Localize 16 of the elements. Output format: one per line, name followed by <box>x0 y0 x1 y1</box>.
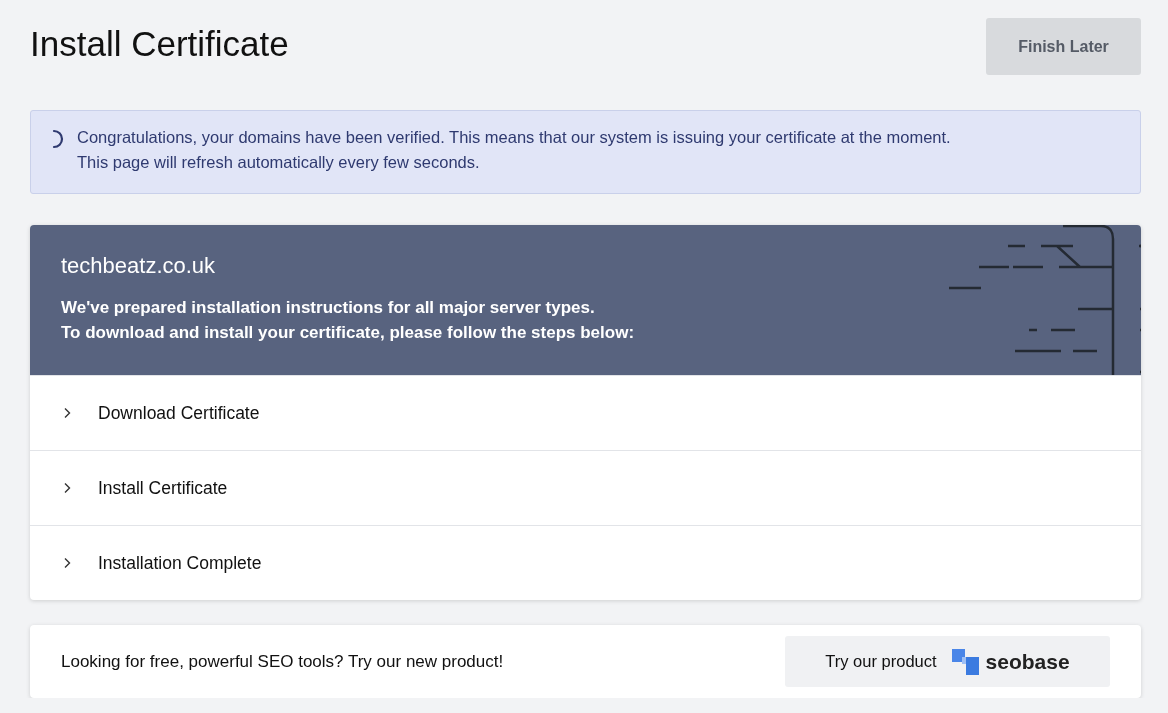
logo-icon <box>951 648 979 675</box>
step-label: Download Certificate <box>98 402 260 424</box>
finish-later-button[interactable]: Finish Later <box>986 18 1141 75</box>
spinner-icon <box>51 129 65 149</box>
notice-message: Congratulations, your domains have been verified. This means that our system is issuing your certificate at the moment. This page will refresh automatically every few seconds. <box>77 127 951 173</box>
brand-name: seobase <box>985 649 1070 674</box>
step-label: Install Certificate <box>98 477 228 499</box>
accordion-step[interactable]: Installation Complete <box>30 525 1141 600</box>
try-product-button[interactable]: Try our product seobase <box>785 636 1110 687</box>
page-title: Install Certificate <box>30 24 289 64</box>
instructions-text: We've prepared installation instructions for all major server types. To download and install your certificate, please follow the steps below: <box>61 297 636 344</box>
promo-text: Looking for free, powerful SEO tools? Try our new product! <box>61 651 504 672</box>
accordion-step[interactable]: Install Certificate <box>30 450 1141 525</box>
step-label: Installation Complete <box>98 552 262 574</box>
domain-name: techbeatz.co.uk <box>61 253 217 279</box>
accordion-step[interactable]: Download Certificate <box>30 375 1141 450</box>
